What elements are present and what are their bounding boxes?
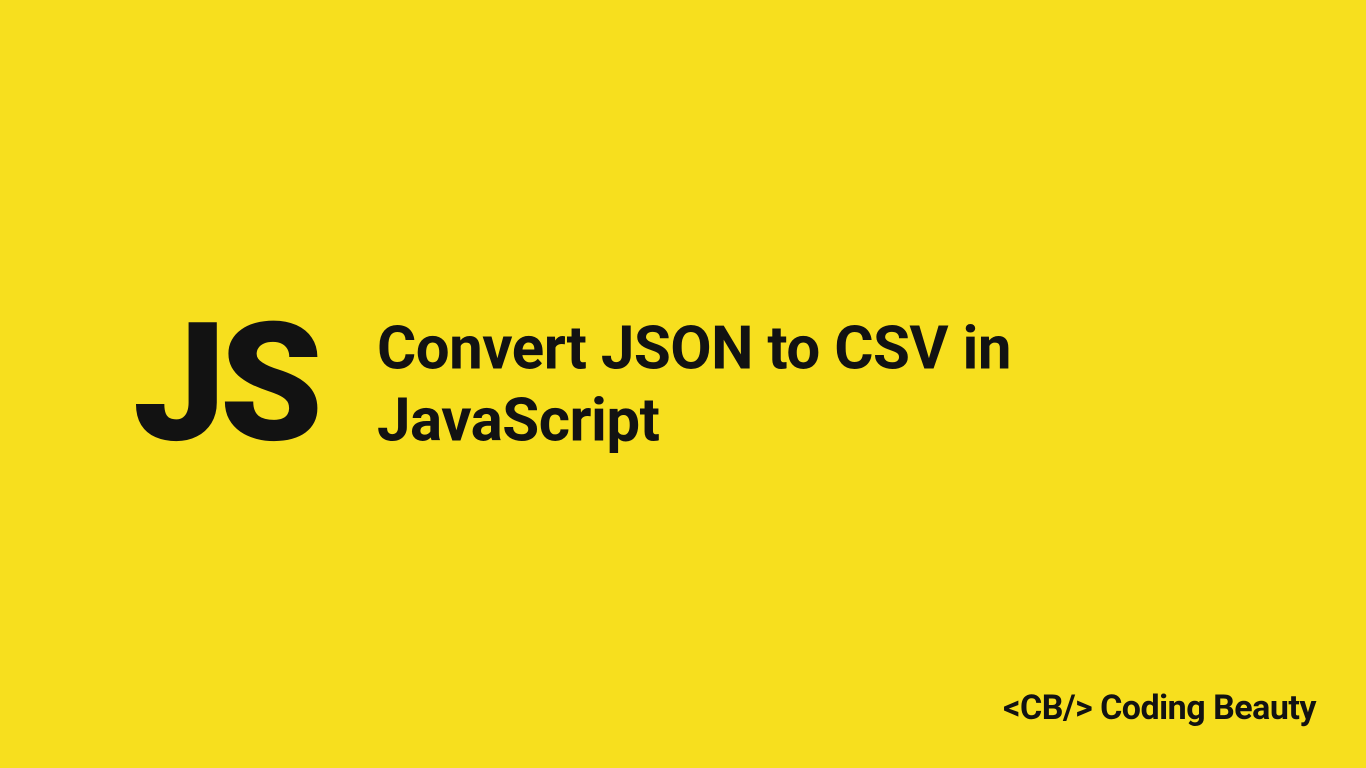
js-logo-badge: JS: [133, 302, 317, 467]
brand-label: <CB/> Coding Beauty: [1003, 688, 1316, 728]
main-content: JS Convert JSON to CSV in JavaScript: [133, 302, 1233, 467]
page-title: Convert JSON to CSV in JavaScript: [377, 312, 1233, 456]
